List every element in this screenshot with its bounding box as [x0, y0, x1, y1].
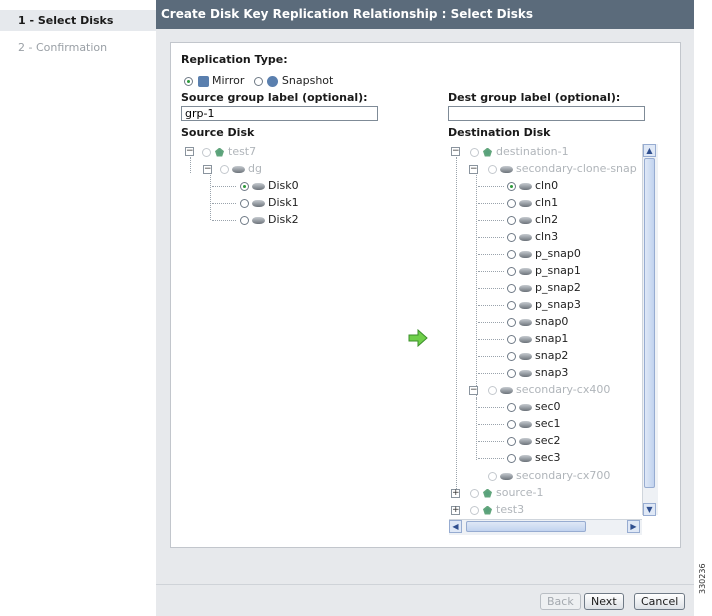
disk-icon: [519, 199, 532, 207]
horizontal-scroll-thumb[interactable]: [466, 521, 586, 532]
dest-disk-item[interactable]: snap0: [507, 313, 568, 330]
dest-disk-item[interactable]: cln0: [507, 177, 558, 194]
disk-icon: [500, 165, 513, 173]
storage-group-icon: [482, 147, 493, 158]
next-button[interactable]: Next: [584, 593, 624, 610]
dest-disk-item[interactable]: snap2: [507, 347, 568, 364]
disk-icon: [519, 369, 532, 377]
figure-id: 330236: [698, 563, 707, 594]
snapshot-icon: [267, 75, 279, 87]
dest-disk-item[interactable]: cln1: [507, 194, 558, 211]
disk-icon: [232, 165, 245, 173]
dest-disk-item[interactable]: sec2: [507, 432, 561, 449]
mirror-radio[interactable]: [184, 76, 193, 86]
dest-disk-item[interactable]: p_snap3: [507, 296, 581, 313]
storage-group-icon: [482, 505, 493, 516]
back-button[interactable]: Back: [540, 593, 581, 610]
storage-group-icon: [482, 488, 493, 499]
disk-icon: [519, 352, 532, 360]
disk-icon: [519, 216, 532, 224]
dest-group2-expander[interactable]: −: [469, 386, 478, 395]
destination-disk-label: Destination Disk: [448, 126, 551, 139]
disk-icon: [252, 199, 265, 207]
source-disk-item[interactable]: Disk2: [240, 211, 299, 228]
disk-icon: [519, 301, 532, 309]
source-disk-item[interactable]: Disk0: [240, 177, 299, 194]
replication-type-group: Mirror Snapshot: [184, 74, 333, 87]
step-select-disks[interactable]: 1 - Select Disks: [0, 10, 156, 31]
right-margin: [694, 0, 712, 616]
dest-root-expander[interactable]: −: [451, 147, 460, 156]
disk-icon: [519, 454, 532, 462]
dest-disk-item[interactable]: sec1: [507, 415, 561, 432]
scroll-left-button[interactable]: ◀: [449, 520, 462, 533]
source-disk-label: Source Disk: [181, 126, 255, 139]
mirror-icon: [197, 75, 209, 87]
dest-group-label: Dest group label (optional):: [448, 91, 621, 104]
scroll-right-button[interactable]: ▶: [627, 520, 640, 533]
source-group-input[interactable]: [181, 106, 378, 121]
dest-disk-item[interactable]: snap3: [507, 364, 568, 381]
source-disk-item[interactable]: Disk1: [240, 194, 299, 211]
disk-icon: [519, 233, 532, 241]
source-group-label: Source group label (optional):: [181, 91, 368, 104]
scroll-up-button[interactable]: ▲: [643, 144, 656, 157]
dest-root2-expander[interactable]: +: [451, 489, 460, 498]
dest-group1-node[interactable]: secondary-clone-snap: [488, 160, 637, 177]
disk-icon: [519, 318, 532, 326]
dest-group-input[interactable]: [448, 106, 645, 121]
arrow-right-icon[interactable]: [408, 329, 428, 347]
disk-icon: [519, 420, 532, 428]
dest-disk-item[interactable]: snap1: [507, 330, 568, 347]
disk-icon: [252, 216, 265, 224]
disk-icon: [519, 250, 532, 258]
storage-group-icon: [214, 147, 225, 158]
dest-disk-item[interactable]: sec3: [507, 449, 561, 466]
replication-type-label: Replication Type:: [181, 53, 288, 66]
dest-disk-item[interactable]: p_snap1: [507, 262, 581, 279]
disk-icon: [519, 182, 532, 190]
dialog-title: Create Disk Key Replication Relationship…: [156, 0, 694, 29]
dest-disk-item[interactable]: p_snap0: [507, 245, 581, 262]
source-group-node[interactable]: dg: [220, 160, 262, 177]
dest-group3-node[interactable]: secondary-cx700: [488, 467, 610, 484]
dest-root2-node[interactable]: source-1: [470, 484, 544, 501]
dest-disk-item[interactable]: sec0: [507, 398, 561, 415]
vertical-scroll-thumb[interactable]: [644, 158, 655, 488]
snapshot-label: Snapshot: [281, 74, 334, 87]
source-group-expander[interactable]: −: [203, 165, 212, 174]
disk-icon: [500, 472, 513, 480]
cancel-button[interactable]: Cancel: [634, 593, 686, 610]
dest-group1-expander[interactable]: −: [469, 165, 478, 174]
disk-icon: [519, 267, 532, 275]
disk-icon: [252, 182, 265, 190]
scroll-down-button[interactable]: ▼: [643, 503, 656, 516]
source-root-node[interactable]: test7: [202, 143, 256, 160]
disk-icon: [500, 386, 513, 394]
disk-icon: [519, 437, 532, 445]
dest-disk-item[interactable]: cln3: [507, 228, 558, 245]
disk-icon: [519, 403, 532, 411]
dest-root-node[interactable]: destination-1: [470, 143, 569, 160]
disk-icon: [519, 335, 532, 343]
dest-group2-node[interactable]: secondary-cx400: [488, 381, 610, 398]
step-confirmation: 2 - Confirmation: [18, 41, 108, 54]
dest-disk-item[interactable]: cln2: [507, 211, 558, 228]
wizard-steps-panel: 1 - Select Disks 2 - Confirmation: [0, 0, 156, 616]
snapshot-radio[interactable]: [253, 76, 263, 86]
dest-root3-expander[interactable]: +: [451, 506, 460, 515]
disk-icon: [519, 284, 532, 292]
dialog-footer: Back Next Cancel: [156, 584, 694, 616]
dest-root3-node[interactable]: test3: [470, 501, 524, 518]
mirror-label: Mirror: [212, 74, 245, 87]
source-root-expander[interactable]: −: [185, 147, 194, 156]
dest-disk-item[interactable]: p_snap2: [507, 279, 581, 296]
